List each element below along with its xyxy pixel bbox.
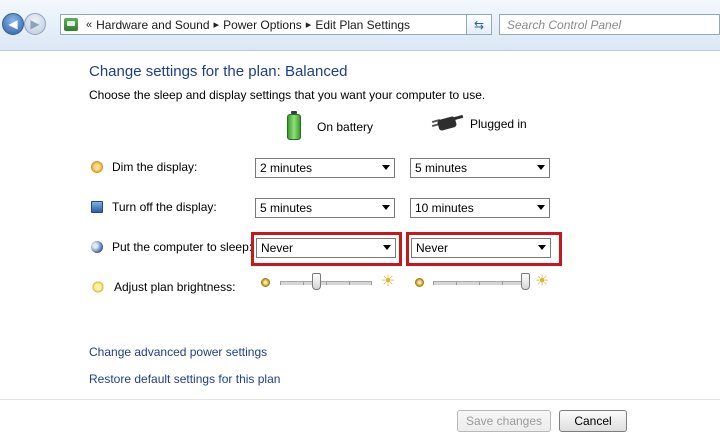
- refresh-button[interactable]: ⇆: [466, 14, 492, 35]
- row-label: Turn off the display:: [112, 200, 217, 214]
- select-value: Never: [261, 241, 294, 255]
- turn-off-display-plugged-select[interactable]: 10 minutes: [410, 198, 550, 218]
- brightness-high-icon: ☀: [380, 273, 396, 290]
- brightness-plugged-slider[interactable]: [433, 281, 525, 285]
- sleep-battery-select[interactable]: Never: [256, 238, 396, 258]
- column-label: On battery: [317, 120, 374, 134]
- column-label: Plugged in: [470, 117, 527, 131]
- brightness-battery-slider[interactable]: [280, 281, 372, 285]
- breadcrumb-separator-icon[interactable]: ▸: [214, 18, 220, 31]
- chevron-down-icon: [537, 205, 545, 210]
- breadcrumb-overflow[interactable]: «: [86, 19, 92, 31]
- page-subtitle: Choose the sleep and display settings th…: [89, 88, 486, 102]
- chevron-down-icon: [538, 245, 546, 250]
- brightness-high-icon: ☀: [534, 273, 550, 290]
- save-changes-button[interactable]: Save changes: [457, 410, 551, 432]
- brightness-battery-slider-thumb[interactable]: [312, 273, 322, 290]
- navigation-bar: ◀ ▶ « Hardware and Sound ▸ Power Options…: [0, 0, 720, 51]
- forward-button[interactable]: ▶: [24, 13, 46, 35]
- brightness-low-icon: [261, 278, 270, 287]
- search-input[interactable]: Search Control Panel: [499, 14, 720, 35]
- address-bar[interactable]: « Hardware and Sound ▸ Power Options ▸ E…: [60, 14, 490, 35]
- brightness-plugged-slider-thumb[interactable]: [520, 273, 530, 290]
- chevron-down-icon: [537, 165, 545, 170]
- page-title: Change settings for the plan: Balanced: [89, 63, 348, 80]
- select-value: 10 minutes: [415, 201, 474, 215]
- column-on-battery: On battery: [287, 111, 374, 140]
- battery-icon: [287, 111, 301, 140]
- row-turn-off-display: Turn off the display:: [91, 200, 217, 214]
- row-label: Adjust plan brightness:: [114, 280, 236, 294]
- power-plug-icon: [431, 114, 464, 134]
- change-advanced-power-settings-link[interactable]: Change advanced power settings: [89, 345, 267, 359]
- chevron-down-icon: [383, 245, 391, 250]
- select-value: 5 minutes: [415, 161, 468, 175]
- breadcrumb-edit-plan-settings[interactable]: Edit Plan Settings: [315, 18, 410, 32]
- dim-display-icon: [91, 161, 103, 173]
- row-dim-display: Dim the display:: [91, 160, 197, 174]
- row-label: Put the computer to sleep:: [112, 240, 253, 254]
- brightness-low-icon: [415, 278, 424, 287]
- select-value: Never: [416, 241, 449, 255]
- brightness-icon: [91, 280, 105, 294]
- row-label: Dim the display:: [112, 160, 198, 174]
- control-panel-icon: [64, 18, 78, 31]
- row-sleep: Put the computer to sleep:: [91, 240, 252, 254]
- column-plugged-in: Plugged in: [431, 114, 527, 134]
- refresh-icon: ⇆: [473, 17, 485, 32]
- select-value: 5 minutes: [260, 201, 313, 215]
- monitor-icon: [91, 201, 103, 213]
- sleep-icon: [91, 241, 103, 253]
- turn-off-display-battery-select[interactable]: 5 minutes: [255, 198, 395, 218]
- select-value: 2 minutes: [260, 161, 313, 175]
- chevron-down-icon: [382, 165, 390, 170]
- cancel-button[interactable]: Cancel: [559, 410, 627, 432]
- dim-display-battery-select[interactable]: 2 minutes: [255, 158, 395, 178]
- dim-display-plugged-select[interactable]: 5 minutes: [410, 158, 550, 178]
- sleep-plugged-select[interactable]: Never: [411, 238, 551, 258]
- breadcrumb-power-options[interactable]: Power Options: [223, 18, 302, 32]
- row-brightness: Adjust plan brightness:: [91, 280, 235, 294]
- chevron-down-icon: [382, 205, 390, 210]
- breadcrumb-hardware-and-sound[interactable]: Hardware and Sound: [96, 18, 209, 32]
- back-button[interactable]: ◀: [2, 13, 24, 35]
- restore-default-settings-link[interactable]: Restore default settings for this plan: [89, 372, 280, 386]
- breadcrumb-separator-icon[interactable]: ▸: [306, 18, 312, 31]
- footer-divider: [0, 399, 720, 400]
